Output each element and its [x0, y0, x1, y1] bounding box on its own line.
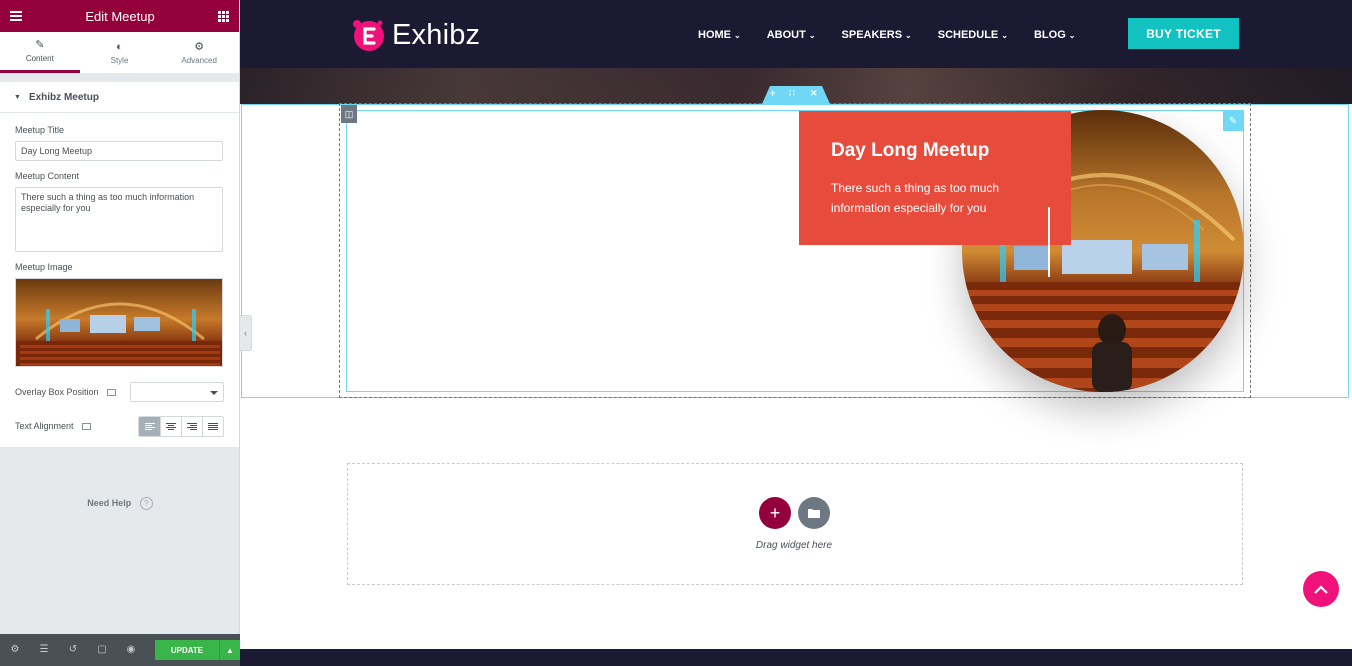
folder-icon — [808, 509, 820, 518]
chevron-down-icon: ⌄ — [1068, 31, 1076, 40]
caret-down-icon: ▼ — [14, 93, 21, 101]
site-navbar: Exhibz HOME ⌄ ABOUT ⌄ SPEAKERS ⌄ SCHEDULE ⌄ … — [240, 0, 1352, 68]
meetup-overlay-box[interactable]: Day Long Meetup There such a thing as to… — [799, 111, 1071, 245]
add-new-section-button[interactable]: + — [759, 497, 791, 529]
logo-text: Exhibz — [392, 18, 481, 51]
need-help-text: Need Help — [87, 498, 132, 508]
chevron-down-icon: ⌄ — [1001, 31, 1008, 40]
section-title: Exhibz Meetup — [28, 91, 99, 103]
menu-item-schedule[interactable]: SCHEDULE ⌄ — [938, 29, 1008, 41]
menu-item-home[interactable]: HOME ⌄ — [698, 29, 741, 41]
text-alignment-row: Text Alignment — [15, 415, 224, 437]
gear-icon: ⚙ — [194, 40, 205, 53]
responsive-icon[interactable]: ▢ — [95, 643, 109, 657]
meetup-image-thumbnail[interactable] — [15, 278, 223, 367]
menu-label: HOME — [698, 29, 731, 41]
tab-content-label: Content — [25, 54, 54, 63]
meetup-image-label: Meetup Image — [15, 262, 73, 272]
panel-header: Edit Meetup — [0, 0, 239, 32]
menu-item-blog[interactable]: BLOG ⌄ — [1034, 29, 1075, 41]
menu-label: SPEAKERS — [841, 29, 903, 41]
main-menu: HOME ⌄ ABOUT ⌄ SPEAKERS ⌄ SCHEDULE ⌄ BLOG ⌄ — [698, 29, 1101, 41]
menu-item-about[interactable]: ABOUT ⌄ — [767, 29, 816, 41]
edit-widget-pencil-icon[interactable]: ✎ — [1223, 111, 1243, 131]
half-circle-icon: ◐ — [116, 40, 123, 53]
close-icon[interactable]: ✕ — [810, 88, 818, 99]
monitor-icon[interactable] — [81, 422, 91, 430]
overlay-position-row: Overlay Box Position — [15, 381, 224, 403]
text-alignment-label: Text Alignment — [15, 421, 91, 431]
chevron-down-icon: ⌄ — [734, 31, 741, 40]
section-toggle[interactable]: ▼ Exhibz Meetup — [0, 82, 239, 112]
panel-tabs: ✎ Content ◐ Style ⚙ Advanced — [0, 32, 239, 74]
chevron-down-icon: ⌄ — [905, 31, 912, 40]
hamburger-menu-icon[interactable] — [10, 11, 22, 21]
widgets-grid-icon[interactable] — [218, 10, 229, 22]
panel-title: Edit Meetup — [85, 8, 155, 24]
menu-label: BLOG — [1033, 29, 1066, 41]
meetup-title-label: Meetup Title — [15, 125, 65, 135]
drag-widget-hint: Drag widget here — [755, 540, 833, 551]
menu-label: SCHEDULE — [937, 29, 999, 41]
menu-item-speakers[interactable]: SPEAKERS ⌄ — [842, 29, 912, 41]
meetup-content: There such a thing as too much informati… — [831, 181, 1000, 215]
text-alignment-group — [138, 415, 224, 437]
align-justify-button[interactable] — [202, 416, 223, 436]
align-right-button[interactable] — [181, 416, 202, 436]
drag-handle-icon[interactable]: ∷ — [789, 88, 795, 99]
exhibz-logo-icon — [350, 17, 386, 53]
meetup-content-label: Meetup Content — [15, 171, 80, 181]
add-section-icon[interactable]: + — [770, 88, 775, 98]
tab-content[interactable]: ✎ Content — [0, 32, 80, 73]
plus-icon: + — [769, 502, 781, 523]
collapse-panel-chevron-icon[interactable]: ‹ — [240, 315, 252, 351]
add-template-button[interactable] — [798, 497, 830, 529]
editor-panel: Edit Meetup ✎ Content ◐ Style ⚙ Advanced… — [0, 0, 240, 666]
add-section-dropzone[interactable] — [347, 463, 1243, 585]
scroll-to-top-button[interactable] — [1303, 571, 1339, 607]
column-handle-icon[interactable]: ◫ — [341, 105, 357, 123]
text-alignment-label-text: Text Alignment — [15, 421, 74, 431]
controls-body: Meetup Title Meetup Content There such a… — [0, 112, 239, 447]
update-button[interactable]: UPDATE — [155, 640, 219, 660]
pencil-icon: ✎ — [35, 39, 45, 51]
overlay-position-label: Overlay Box Position — [15, 387, 116, 397]
text-cursor — [1048, 207, 1050, 277]
monitor-icon[interactable] — [106, 388, 116, 396]
align-left-button[interactable] — [139, 416, 160, 436]
tab-style-label: Style — [110, 55, 129, 65]
chevron-up-icon — [1314, 584, 1328, 594]
concert-hall-thumbnail-image — [16, 279, 222, 366]
tab-style[interactable]: ◐ Style — [80, 32, 160, 73]
meetup-title: Day Long Meetup — [831, 140, 990, 161]
tab-advanced[interactable]: ⚙ Advanced — [159, 32, 239, 73]
align-center-button[interactable] — [160, 416, 181, 436]
update-options-caret-icon[interactable]: ▲ — [219, 640, 240, 660]
meetup-content-textarea[interactable]: There such a thing as too much informati… — [15, 187, 223, 252]
panel-footer: ⚙ ☰ ↺ ▢ ◉ UPDATE ▲ — [0, 634, 240, 666]
chevron-down-icon: ⌄ — [808, 31, 816, 40]
meetup-title-input[interactable] — [15, 141, 223, 161]
history-icon[interactable]: ↺ — [66, 643, 80, 657]
buy-ticket-button[interactable]: BUY TICKET — [1128, 18, 1239, 49]
site-logo[interactable]: Exhibz — [350, 17, 480, 53]
tab-advanced-label: Advanced — [181, 55, 217, 65]
layers-icon[interactable]: ☰ — [37, 643, 51, 657]
menu-label: ABOUT — [766, 29, 806, 41]
overlay-position-select[interactable] — [130, 382, 224, 402]
page-preview: Exhibz HOME ⌄ ABOUT ⌄ SPEAKERS ⌄ SCHEDULE ⌄ … — [240, 0, 1352, 666]
preview-eye-icon[interactable]: ◉ — [124, 643, 138, 657]
overlay-position-label-text: Overlay Box Position — [15, 387, 99, 397]
need-help-link[interactable]: Need Help ? — [0, 497, 240, 510]
question-mark-icon: ? — [139, 497, 153, 510]
site-footer-strip — [240, 649, 1352, 666]
settings-icon[interactable]: ⚙ — [8, 643, 22, 657]
section-handle: + ∷ ✕ — [762, 86, 830, 104]
